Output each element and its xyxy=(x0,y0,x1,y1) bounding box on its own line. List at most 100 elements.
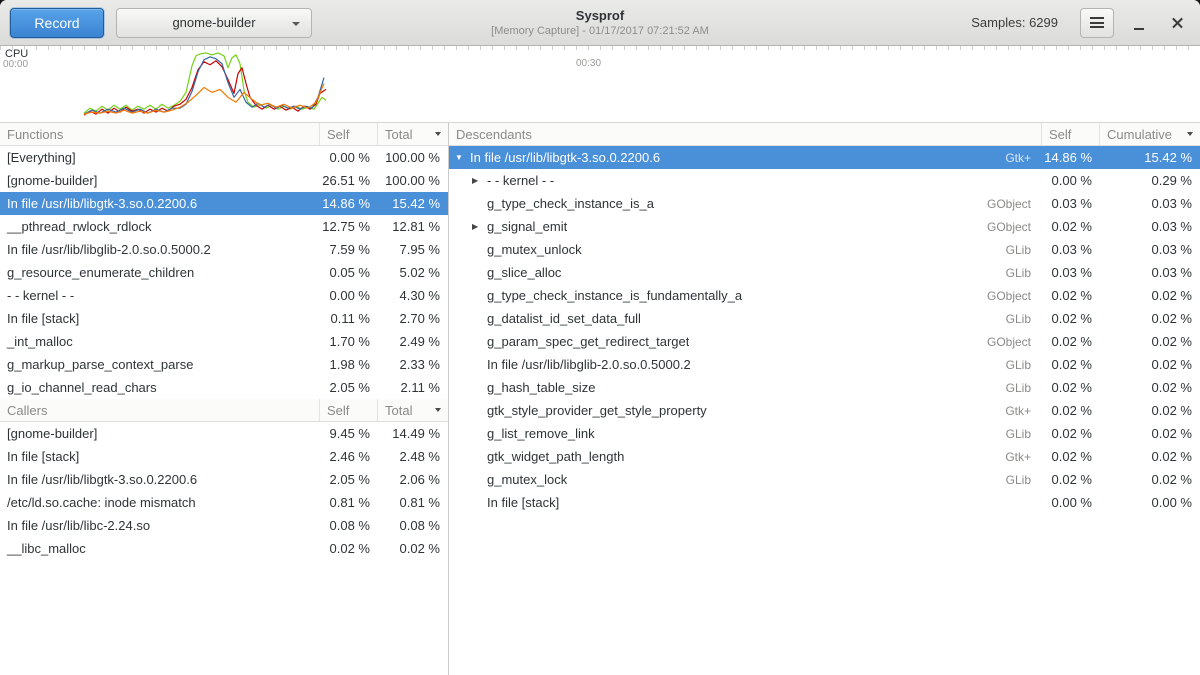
cumulative-percent: 0.03 % xyxy=(1100,219,1200,234)
function-name: In file [stack] xyxy=(487,495,559,510)
self-percent: 0.11 % xyxy=(320,311,378,326)
functions-row[interactable]: [gnome-builder]26.51 %100.00 % xyxy=(0,169,448,192)
total-percent: 0.08 % xyxy=(378,518,448,533)
descendants-row[interactable]: In file [stack]0.00 %0.00 % xyxy=(449,491,1200,514)
functions-row[interactable]: _int_malloc1.70 %2.49 % xyxy=(0,330,448,353)
function-name: __pthread_rwlock_rdlock xyxy=(0,219,320,234)
descendants-column-header[interactable]: Descendants xyxy=(449,123,1042,145)
cumulative-percent: 15.42 % xyxy=(1100,150,1200,165)
functions-self-column-header[interactable]: Self xyxy=(320,123,378,145)
descendants-row[interactable]: g_mutex_lockGLib0.02 %0.02 % xyxy=(449,468,1200,491)
menu-button[interactable] xyxy=(1080,8,1114,38)
self-percent: 0.02 % xyxy=(1042,403,1100,418)
functions-row[interactable]: In file /usr/lib/libglib-2.0.so.0.5000.2… xyxy=(0,238,448,261)
functions-row[interactable]: In file /usr/lib/libgtk-3.so.0.2200.614.… xyxy=(0,192,448,215)
expander-open-icon[interactable]: ▼ xyxy=(455,146,470,169)
function-name: g_io_channel_read_chars xyxy=(0,380,320,395)
record-button[interactable]: Record xyxy=(10,8,104,38)
total-percent: 0.81 % xyxy=(378,495,448,510)
self-percent: 26.51 % xyxy=(320,173,378,188)
descendant-name-cell: g_type_check_instance_is_fundamentally_a… xyxy=(449,288,1042,303)
expander-closed-icon[interactable]: ▶ xyxy=(472,215,487,238)
functions-row[interactable]: g_resource_enumerate_children0.05 %5.02 … xyxy=(0,261,448,284)
descendants-row[interactable]: g_list_remove_linkGLib0.02 %0.02 % xyxy=(449,422,1200,445)
function-name: /etc/ld.so.cache: inode mismatch xyxy=(0,495,320,510)
descendants-row[interactable]: g_param_spec_get_redirect_targetGObject0… xyxy=(449,330,1200,353)
callers-header: Callers Self Total xyxy=(0,399,448,422)
callers-total-column-header[interactable]: Total xyxy=(378,399,448,421)
callers-row[interactable]: [gnome-builder]9.45 %14.49 % xyxy=(0,422,448,445)
functions-row[interactable]: [Everything]0.00 %100.00 % xyxy=(0,146,448,169)
descendants-row[interactable]: gtk_style_provider_get_style_propertyGtk… xyxy=(449,399,1200,422)
cumulative-percent: 0.03 % xyxy=(1100,196,1200,211)
functions-row[interactable]: - - kernel - -0.00 %4.30 % xyxy=(0,284,448,307)
descendants-cumulative-column-header[interactable]: Cumulative xyxy=(1100,123,1200,145)
total-percent: 4.30 % xyxy=(378,288,448,303)
cumulative-percent: 0.03 % xyxy=(1100,242,1200,257)
descendant-name-cell: g_slice_allocGLib xyxy=(449,265,1042,280)
function-name: g_resource_enumerate_children xyxy=(0,265,320,280)
expander-closed-icon[interactable]: ▶ xyxy=(472,169,487,192)
callers-row[interactable]: __libc_malloc0.02 %0.02 % xyxy=(0,537,448,560)
descendants-list: ▼In file /usr/lib/libgtk-3.so.0.2200.6Gt… xyxy=(449,146,1200,514)
descendants-self-column-header[interactable]: Self xyxy=(1042,123,1100,145)
descendants-row[interactable]: g_type_check_instance_is_fundamentally_a… xyxy=(449,284,1200,307)
descendant-name-cell: ▶- - kernel - - xyxy=(449,169,1042,192)
function-name: - - kernel - - xyxy=(487,173,554,188)
minimize-button[interactable] xyxy=(1126,9,1152,37)
callers-row[interactable]: In file [stack]2.46 %2.48 % xyxy=(0,445,448,468)
cpu-graph[interactable]: CPU 00:00 00:30 xyxy=(0,46,1200,123)
functions-row[interactable]: g_io_channel_read_chars2.05 %2.11 % xyxy=(0,376,448,399)
self-percent: 0.02 % xyxy=(1042,288,1100,303)
self-percent: 0.02 % xyxy=(320,541,378,556)
time-label-mid: 00:30 xyxy=(576,58,601,69)
descendant-name-cell: ▶g_signal_emitGObject xyxy=(449,215,1042,238)
callers-self-column-header[interactable]: Self xyxy=(320,399,378,421)
function-name: [gnome-builder] xyxy=(0,173,320,188)
library-badge: GObject xyxy=(977,335,1035,349)
functions-row[interactable]: In file [stack]0.11 %2.70 % xyxy=(0,307,448,330)
descendant-name-cell: g_type_check_instance_is_aGObject xyxy=(449,196,1042,211)
functions-row[interactable]: g_markup_parse_context_parse1.98 %2.33 % xyxy=(0,353,448,376)
library-badge: Gtk+ xyxy=(995,450,1035,464)
descendants-row[interactable]: ▶g_signal_emitGObject0.02 %0.03 % xyxy=(449,215,1200,238)
library-badge: GObject xyxy=(977,220,1035,234)
descendant-name-cell: ▼In file /usr/lib/libgtk-3.so.0.2200.6Gt… xyxy=(449,146,1042,169)
descendants-row[interactable]: gtk_widget_path_lengthGtk+0.02 %0.02 % xyxy=(449,445,1200,468)
descendants-row[interactable]: g_slice_allocGLib0.03 %0.03 % xyxy=(449,261,1200,284)
total-percent: 2.33 % xyxy=(378,357,448,372)
self-percent: 0.03 % xyxy=(1042,265,1100,280)
function-name: In file [stack] xyxy=(0,311,320,326)
descendants-row[interactable]: g_type_check_instance_is_aGObject0.03 %0… xyxy=(449,192,1200,215)
cumulative-percent: 0.02 % xyxy=(1100,288,1200,303)
descendants-row[interactable]: g_datalist_id_set_data_fullGLib0.02 %0.0… xyxy=(449,307,1200,330)
descendants-row[interactable]: g_hash_table_sizeGLib0.02 %0.02 % xyxy=(449,376,1200,399)
left-pane-filler xyxy=(0,560,448,675)
total-percent: 12.81 % xyxy=(378,219,448,234)
descendants-row[interactable]: g_mutex_unlockGLib0.03 %0.03 % xyxy=(449,238,1200,261)
descendants-row[interactable]: ▼In file /usr/lib/libgtk-3.so.0.2200.6Gt… xyxy=(449,146,1200,169)
callers-column-header[interactable]: Callers xyxy=(0,399,320,421)
self-percent: 0.81 % xyxy=(320,495,378,510)
total-percent: 0.02 % xyxy=(378,541,448,556)
close-button[interactable] xyxy=(1164,9,1190,37)
functions-row[interactable]: __pthread_rwlock_rdlock12.75 %12.81 % xyxy=(0,215,448,238)
functions-column-header[interactable]: Functions xyxy=(0,123,320,145)
self-percent: 12.75 % xyxy=(320,219,378,234)
functions-total-column-header[interactable]: Total xyxy=(378,123,448,145)
library-badge: GObject xyxy=(977,289,1035,303)
callers-row[interactable]: In file /usr/lib/libgtk-3.so.0.2200.62.0… xyxy=(0,468,448,491)
self-percent: 0.08 % xyxy=(320,518,378,533)
descendant-name-cell: g_datalist_id_set_data_fullGLib xyxy=(449,311,1042,326)
descendant-name-cell: g_param_spec_get_redirect_targetGObject xyxy=(449,334,1042,349)
descendants-row[interactable]: ▶- - kernel - -0.00 %0.29 % xyxy=(449,169,1200,192)
process-selector-dropdown[interactable]: gnome-builder xyxy=(116,8,312,38)
descendants-row[interactable]: In file /usr/lib/libglib-2.0.so.0.5000.2… xyxy=(449,353,1200,376)
function-name: - - kernel - - xyxy=(0,288,320,303)
function-name: In file /usr/lib/libglib-2.0.so.0.5000.2 xyxy=(0,242,320,257)
callers-row[interactable]: /etc/ld.so.cache: inode mismatch0.81 %0.… xyxy=(0,491,448,514)
function-name: gtk_widget_path_length xyxy=(487,449,624,464)
function-name: g_markup_parse_context_parse xyxy=(0,357,320,372)
callers-row[interactable]: In file /usr/lib/libc-2.24.so0.08 %0.08 … xyxy=(0,514,448,537)
descendant-name-cell: g_list_remove_linkGLib xyxy=(449,426,1042,441)
